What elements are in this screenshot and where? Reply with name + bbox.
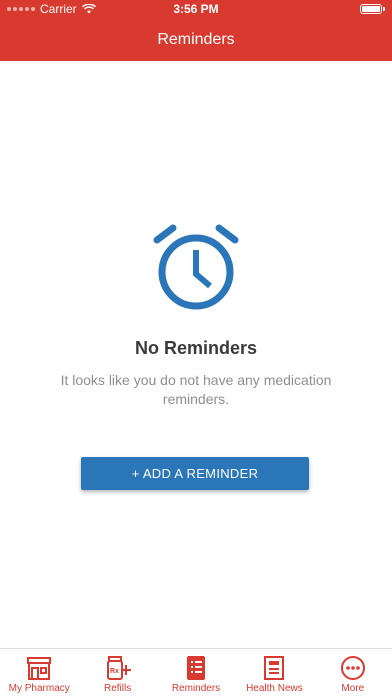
status-bar: Carrier 3:56 PM (0, 0, 392, 20)
reminders-list-icon (187, 656, 206, 680)
empty-state-description: It looks like you do not have any medica… (60, 372, 332, 407)
page-title: Reminders (157, 31, 235, 48)
tab-health-news[interactable]: Health News (235, 649, 313, 697)
svg-text:Rx: Rx (110, 668, 119, 675)
tab-my-pharmacy[interactable]: My Pharmacy (0, 649, 78, 697)
empty-state-title: No Reminders (134, 338, 258, 358)
bottom-tab-bar: My Pharmacy Rx Refills Reminders Health … (0, 648, 392, 697)
pharmacy-store-icon (27, 657, 52, 680)
alarm-clock-icon (153, 224, 239, 310)
tab-refills[interactable]: Rx Refills (78, 649, 156, 697)
add-reminder-button[interactable]: + ADD A REMINDER (81, 457, 309, 490)
tab-reminders[interactable]: Reminders (157, 649, 235, 697)
tab-label: More (341, 683, 365, 694)
app-header: Carrier 3:56 PM Reminders (0, 0, 392, 61)
rx-refill-icon: Rx (106, 656, 131, 680)
more-dots-icon (340, 656, 365, 680)
empty-state: No Reminders It looks like you do not ha… (0, 218, 392, 409)
tab-label: Reminders (171, 683, 221, 694)
tab-more[interactable]: More (314, 649, 392, 697)
tab-label: Health News (246, 683, 303, 694)
tab-label: Refills (103, 683, 132, 694)
battery-icon (360, 4, 385, 14)
status-time: 3:56 PM (173, 2, 219, 16)
tab-label: My Pharmacy (8, 683, 70, 694)
newspaper-icon (264, 656, 285, 680)
